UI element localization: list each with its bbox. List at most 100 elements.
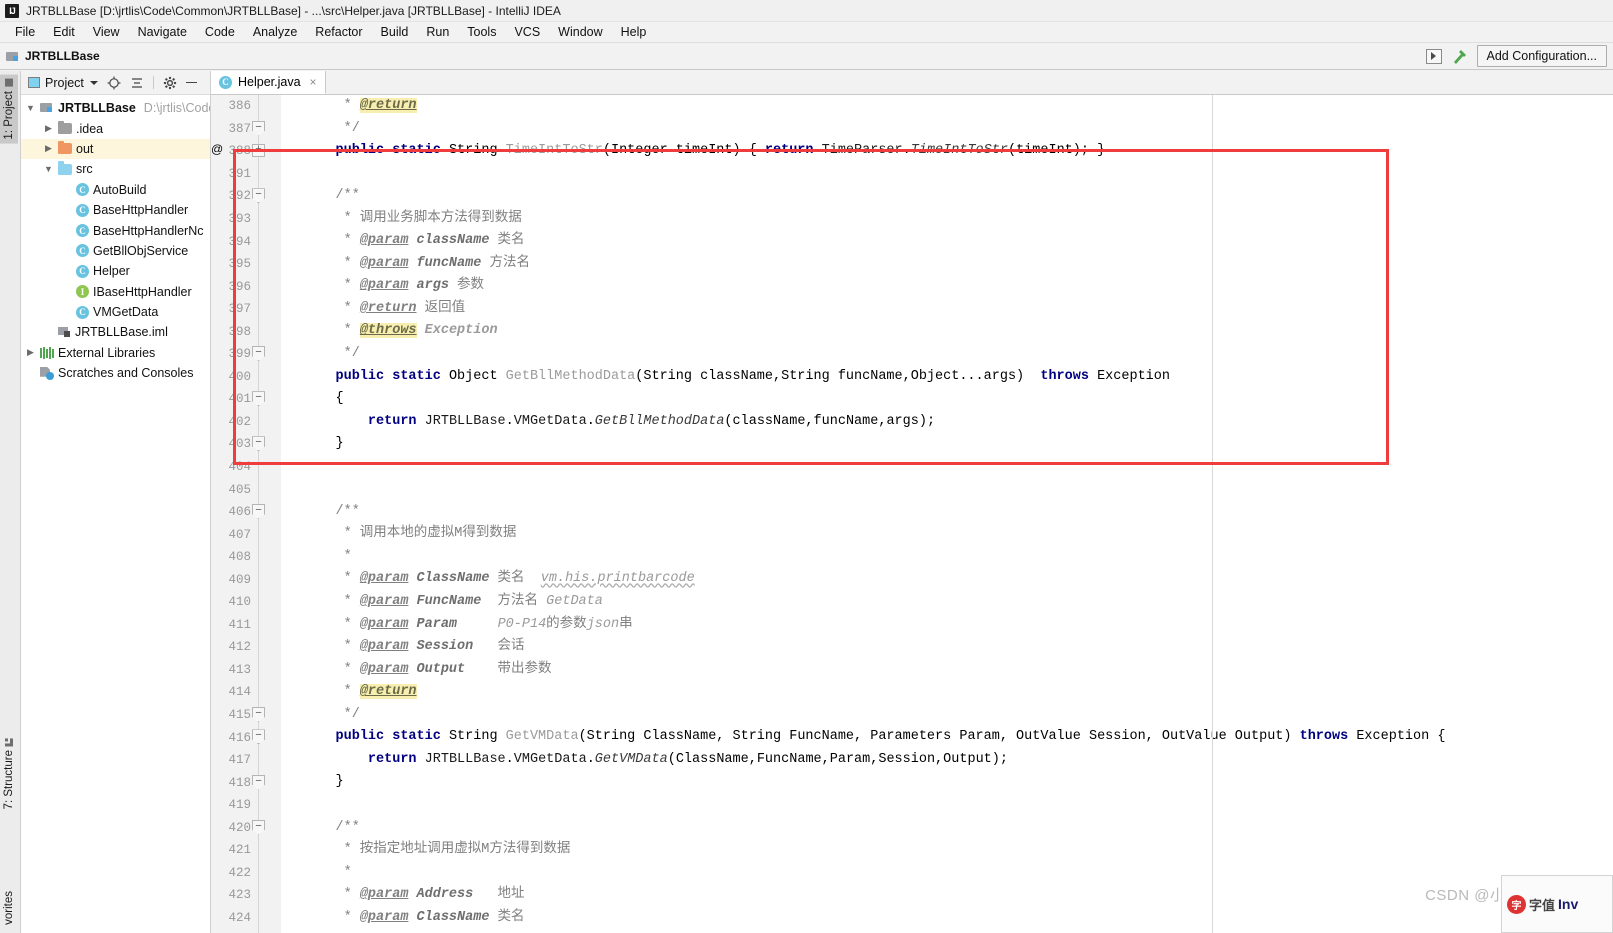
tree-node-label: JRTBLLBase xyxy=(58,101,136,116)
right-margin-guide xyxy=(1212,95,1213,933)
code-line: * xyxy=(295,864,352,880)
scratches-icon xyxy=(40,367,54,380)
menu-window[interactable]: Window xyxy=(549,23,611,41)
line-number: 422 xyxy=(228,865,251,880)
line-number: 397 xyxy=(228,302,251,317)
toolbar-divider xyxy=(152,76,154,89)
class-icon: C xyxy=(76,224,89,238)
tree-node-label: Scratches and Consoles xyxy=(58,366,194,381)
line-number: 396 xyxy=(228,279,251,294)
chevron-down-icon xyxy=(89,80,98,85)
tree-row[interactable]: C AutoBuild xyxy=(21,180,210,200)
line-number: 399 xyxy=(228,347,251,362)
menu-build[interactable]: Build xyxy=(372,23,418,41)
tree-row[interactable]: C Helper xyxy=(21,261,210,281)
code-line: * @return xyxy=(295,98,417,113)
line-number: 417 xyxy=(228,753,251,768)
code-line: public static Object GetBllMethodData(St… xyxy=(335,368,1170,384)
code-view[interactable]: * @return */ public static String TimeIn… xyxy=(281,95,1613,933)
code-line: return JRTBLLBase.VMGetData.GetVMData(Cl… xyxy=(367,751,1008,767)
menu-vcs[interactable]: VCS xyxy=(505,23,549,41)
chevron-right-icon[interactable]: ▶ xyxy=(43,143,54,154)
chevron-down-icon[interactable]: ▼ xyxy=(25,103,36,113)
module-icon xyxy=(6,50,19,62)
iml-file-icon xyxy=(58,326,71,338)
line-number: 401 xyxy=(228,392,251,407)
folder-icon xyxy=(58,140,72,155)
annotation-gutter-marker[interactable]: @ xyxy=(211,142,223,156)
chevron-right-icon[interactable]: ▶ xyxy=(43,123,54,134)
structure-tab-icon xyxy=(5,738,13,746)
run-icon[interactable] xyxy=(1425,48,1442,64)
line-number: 391 xyxy=(228,166,251,181)
chevron-right-icon[interactable]: ▶ xyxy=(25,347,36,358)
tree-row[interactable]: C BaseHttpHandlerNc xyxy=(21,220,210,240)
line-number: 407 xyxy=(228,527,251,542)
line-number: 416 xyxy=(228,730,251,745)
tree-row[interactable]: ▶ External Libraries xyxy=(21,343,210,363)
menu-tools[interactable]: Tools xyxy=(458,23,505,41)
tree-row[interactable]: ▼ src xyxy=(21,159,210,179)
tree-row[interactable]: C BaseHttpHandler xyxy=(21,200,210,220)
code-line: /** xyxy=(295,819,360,835)
locate-icon[interactable] xyxy=(107,76,121,90)
menu-view[interactable]: View xyxy=(84,23,129,41)
tool-window-tab-favorites[interactable]: vorites xyxy=(0,887,18,929)
tree-node-label: Helper xyxy=(93,264,130,279)
close-icon[interactable]: × xyxy=(310,75,317,89)
menu-code[interactable]: Code xyxy=(196,23,244,41)
line-number: 413 xyxy=(228,662,251,677)
tree-row[interactable]: JRTBLLBase.iml xyxy=(21,322,210,342)
project-panel-title: Project xyxy=(45,75,84,90)
tree-row[interactable]: ▶ out xyxy=(21,138,210,160)
line-number: 406 xyxy=(228,505,251,520)
tree-node-label: GetBllObjService xyxy=(93,243,189,258)
code-line: * @param Output 带出参数 xyxy=(295,661,552,677)
project-tab-label: 1: Project xyxy=(3,91,15,140)
hide-panel-icon[interactable] xyxy=(185,76,200,90)
chevron-down-icon[interactable]: ▼ xyxy=(43,164,54,174)
tree-row[interactable]: ▶ .idea xyxy=(21,118,210,138)
menu-refactor[interactable]: Refactor xyxy=(306,23,371,41)
tree-row[interactable]: C GetBllObjService xyxy=(21,241,210,261)
code-line: * @param ClassName 类名 xyxy=(295,909,525,925)
tree-row[interactable]: Scratches and Consoles xyxy=(21,363,210,383)
project-view-selector[interactable]: Project xyxy=(28,76,98,90)
project-tree[interactable]: ▼ JRTBLLBase D:\jrtlis\Code ▶ .idea ▶ out ▼ src C… xyxy=(21,95,210,933)
code-line: * @param ClassName 类名 vm.his.printbarcod… xyxy=(295,571,695,587)
minus-glyph xyxy=(185,82,197,83)
editor-gutter[interactable]: 386 387 388 391 392 393 394 395 396 397 398 399 400 4… xyxy=(211,95,281,933)
tree-row[interactable]: ▼ JRTBLLBase D:\jrtlis\Code xyxy=(21,98,210,118)
line-number: 403 xyxy=(228,437,251,452)
code-line: * @throws Exception xyxy=(295,323,498,339)
menu-analyze[interactable]: Analyze xyxy=(244,23,306,41)
tree-node-label: AutoBuild xyxy=(93,182,147,197)
tree-row[interactable]: I IBaseHttpHandler xyxy=(21,282,210,302)
add-configuration-button[interactable]: Add Configuration... xyxy=(1476,45,1607,67)
code-fold-toggle[interactable]: + xyxy=(252,144,265,158)
menu-edit[interactable]: Edit xyxy=(44,23,84,41)
popup-badge-icon: 字 xyxy=(1507,894,1526,914)
tree-row[interactable]: C VMGetData xyxy=(21,302,210,322)
hammer-icon[interactable] xyxy=(1451,48,1468,65)
line-number: 421 xyxy=(228,843,251,858)
collapse-all-icon[interactable] xyxy=(130,76,144,90)
gear-icon[interactable] xyxy=(163,76,177,90)
menu-navigate[interactable]: Navigate xyxy=(129,23,196,41)
editor-tab-helper-java[interactable]: C Helper.java × xyxy=(211,71,326,94)
menu-run[interactable]: Run xyxy=(417,23,458,41)
class-icon: C xyxy=(76,183,89,197)
menu-help[interactable]: Help xyxy=(612,23,656,41)
tool-window-tab-structure[interactable]: 7: Structure xyxy=(0,734,18,813)
overlay-popup[interactable]: 字 字值 Inv xyxy=(1501,875,1613,933)
code-lines-container: * @return */ public static String TimeIn… xyxy=(281,95,1613,929)
tool-window-tab-project[interactable]: 1: Project xyxy=(0,75,18,144)
code-line: /** xyxy=(295,503,360,519)
tree-node-path: D:\jrtlis\Code xyxy=(143,101,210,116)
line-number: 395 xyxy=(228,257,251,272)
menu-file[interactable]: File xyxy=(6,23,44,41)
code-line: * @param FuncName 方法名 GetData xyxy=(295,594,603,610)
